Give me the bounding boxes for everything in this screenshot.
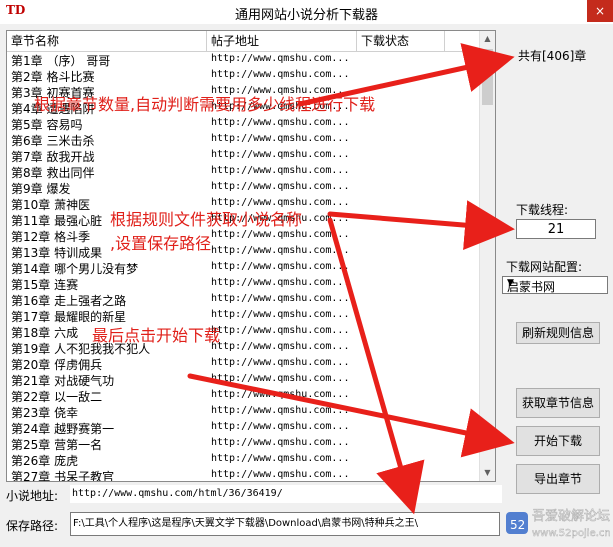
svg-text:吾爱破解论坛: 吾爱破解论坛 (532, 509, 610, 524)
svg-text:www.52pojie.cn: www.52pojie.cn (532, 528, 610, 539)
svg-text:52: 52 (510, 518, 525, 532)
forum-watermark-logo: 52 吾爱破解论坛 www.52pojie.cn (506, 509, 610, 539)
arrow-to-save-path (327, 217, 425, 515)
arrow-to-chapter-count (297, 43, 515, 107)
arrow-to-start-button (187, 373, 515, 458)
arrow-to-threads (327, 200, 515, 251)
annotation-arrows (187, 43, 515, 515)
